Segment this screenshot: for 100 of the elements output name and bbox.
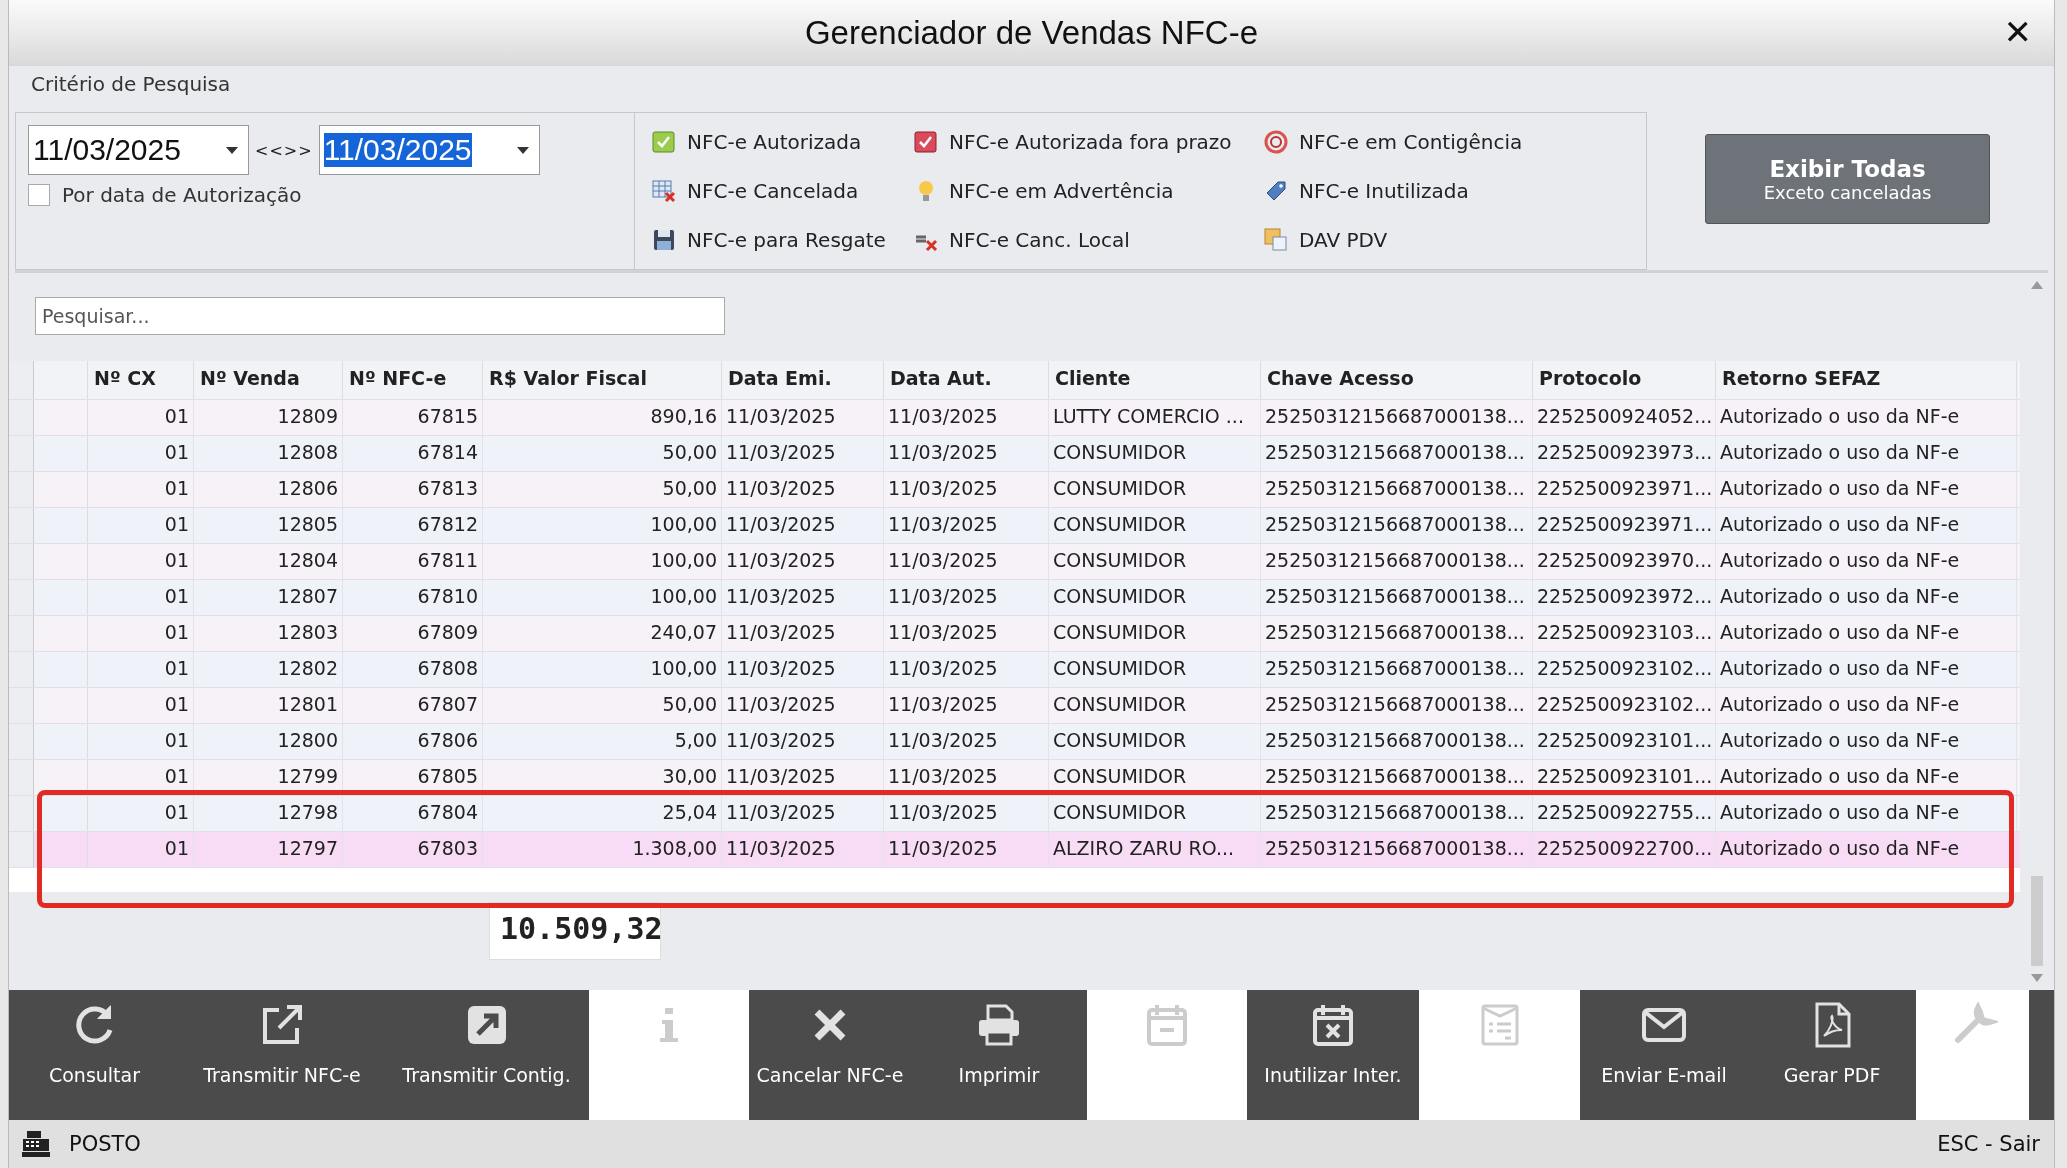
register-cell: 01 — [88, 616, 194, 651]
scroll-up-icon[interactable] — [2031, 281, 2043, 289]
scroll-thumb[interactable] — [2031, 876, 2043, 966]
row-header-cell[interactable] — [9, 652, 34, 687]
status-cell: Autorizado o uso da NF-e — [1716, 760, 2017, 795]
search-field[interactable]: Pesquisar... — [35, 297, 725, 335]
sale-number-cell: 12797 — [194, 832, 343, 867]
protocol-cell: 2252500923103... — [1533, 616, 1716, 651]
column-header[interactable]: Chave Acesso — [1261, 361, 1533, 399]
table-row[interactable]: 01 12797 67803 1.308,00 11/03/2025 11/03/2025 ALZIRO ZARU RO... 25250312156687000138... 2252500922700... Autorizado o uso da NF-e — [9, 832, 2020, 868]
invoice-number-cell: 67807 — [343, 688, 483, 723]
auth-date-cell: 11/03/2025 — [884, 544, 1049, 579]
status-cell: Autorizado o uso da NF-e — [1716, 544, 2017, 579]
table-row[interactable]: 01 12803 67809 240,07 11/03/2025 11/03/2025 CONSUMIDOR 25250312156687000138... 2252500923103... Autorizado o uso da NF-e — [9, 616, 2020, 652]
auth-date-cell: 11/03/2025 — [884, 724, 1049, 759]
amount-cell: 100,00 — [483, 652, 722, 687]
table-row[interactable]: 01 12804 67811 100,00 11/03/2025 11/03/2025 CONSUMIDOR 25250312156687000138... 2252500923970... Autorizado o uso da NF-e — [9, 544, 2020, 580]
auth-date-cell: 11/03/2025 — [884, 436, 1049, 471]
customer-cell: CONSUMIDOR — [1049, 580, 1261, 615]
customer-cell: CONSUMIDOR — [1049, 616, 1261, 651]
row-header-cell[interactable] — [9, 544, 34, 579]
table-row[interactable]: 01 12805 67812 100,00 11/03/2025 11/03/2025 CONSUMIDOR 25250312156687000138... 2252500923971... Autorizado o uso da NF-e — [9, 508, 2020, 544]
access-key-cell: 25250312156687000138... — [1261, 472, 1533, 507]
show-all-button[interactable]: Exibir Todas Exceto canceladas — [1705, 134, 1990, 224]
table-row[interactable]: 01 12806 67813 50,00 11/03/2025 11/03/2025 CONSUMIDOR 25250312156687000138... 2252500923971... Autorizado o uso da NF-e — [9, 472, 2020, 508]
checkbox-label: Por data de Autorização — [62, 183, 302, 207]
issue-date-cell: 11/03/2025 — [722, 544, 884, 579]
auth-date-cell: 11/03/2025 — [884, 688, 1049, 723]
check-square-icon — [651, 128, 677, 155]
row-header-cell[interactable] — [9, 688, 34, 723]
column-header[interactable]: Protocolo — [1533, 361, 1716, 399]
access-key-cell: 25250312156687000138... — [1261, 832, 1533, 867]
status-cell: Autorizado o uso da NF-e — [1716, 724, 2017, 759]
table-row[interactable]: 01 12800 67806 5,00 11/03/2025 11/03/2025 CONSUMIDOR 25250312156687000138... 2252500923101... Autorizado o uso da NF-e — [9, 724, 2020, 760]
register-cell: 01 — [88, 832, 194, 867]
table-row[interactable]: 01 12802 67808 100,00 11/03/2025 11/03/2025 CONSUMIDOR 25250312156687000138... 2252500923102... Autorizado o uso da NF-e — [9, 652, 2020, 688]
checkbox[interactable] — [28, 184, 50, 206]
amount-cell: 5,00 — [483, 724, 722, 759]
column-header[interactable]: R$ Valor Fiscal — [483, 361, 722, 399]
invoice-number-cell: 67810 — [343, 580, 483, 615]
row-header-cell[interactable] — [9, 580, 34, 615]
legend-label: NFC-e para Resgate — [687, 228, 886, 253]
date-to-field[interactable]: 11/03/2025 — [318, 125, 540, 175]
issue-date-cell: 11/03/2025 — [722, 616, 884, 651]
access-key-cell: 25250312156687000138... — [1261, 760, 1533, 795]
access-key-cell: 25250312156687000138... — [1261, 508, 1533, 543]
sale-number-cell: 12801 — [194, 688, 343, 723]
auth-date-cell: 11/03/2025 — [884, 796, 1049, 831]
check-square-icon — [913, 128, 939, 155]
table-row[interactable]: 01 12798 67804 25,04 11/03/2025 11/03/2025 CONSUMIDOR 25250312156687000138... 2252500922755... Autorizado o uso da NF-e — [9, 796, 2020, 832]
row-header-cell[interactable] — [9, 400, 34, 435]
customer-cell: CONSUMIDOR — [1049, 652, 1261, 687]
row-header-cell[interactable] — [9, 508, 34, 543]
access-key-cell: 25250312156687000138... — [1261, 544, 1533, 579]
row-header-cell[interactable] — [9, 616, 34, 651]
column-header[interactable]: Data Aut. — [884, 361, 1049, 399]
row-header-cell[interactable] — [9, 436, 34, 471]
auth-date-cell: 11/03/2025 — [884, 652, 1049, 687]
column-header[interactable]: Data Emi. — [722, 361, 884, 399]
row-header-cell[interactable] — [9, 724, 34, 759]
row-header-cell[interactable] — [9, 760, 34, 795]
table-row[interactable]: 01 12801 67807 50,00 11/03/2025 11/03/2025 CONSUMIDOR 25250312156687000138... 2252500923102... Autorizado o uso da NF-e — [9, 688, 2020, 724]
register-cell: 01 — [88, 724, 194, 759]
sale-number-cell: 12806 — [194, 472, 343, 507]
sale-number-cell: 12805 — [194, 508, 343, 543]
date-from-field[interactable]: 11/03/2025 — [28, 125, 249, 175]
row-header-cell[interactable] — [9, 796, 34, 831]
access-key-cell: 25250312156687000138... — [1261, 688, 1533, 723]
table-row[interactable]: 01 12808 67814 50,00 11/03/2025 11/03/2025 CONSUMIDOR 25250312156687000138... 2252500923973... Autorizado o uso da NF-e — [9, 436, 2020, 472]
customer-cell: CONSUMIDOR — [1049, 508, 1261, 543]
invoice-number-cell: 67809 — [343, 616, 483, 651]
column-header[interactable]: Nº CX — [88, 361, 194, 399]
column-header[interactable]: Cliente — [1049, 361, 1261, 399]
register-cell: 01 — [88, 760, 194, 795]
table-row[interactable]: 01 12809 67815 890,16 11/03/2025 11/03/2025 LUTTY COMERCIO ... 25250312156687000138... 2252500924052... Autorizado o uso da NF-e — [9, 400, 2020, 436]
auth-date-cell: 11/03/2025 — [884, 580, 1049, 615]
row-header-cell[interactable] — [9, 832, 34, 867]
invoice-number-cell: 67811 — [343, 544, 483, 579]
close-button[interactable]: ✕ — [1999, 12, 2036, 52]
invoice-number-cell: 67806 — [343, 724, 483, 759]
sale-number-cell: 12802 — [194, 652, 343, 687]
register-cell: 01 — [88, 400, 194, 435]
protocol-cell: 2252500923973... — [1533, 436, 1716, 471]
status-cell: Autorizado o uso da NF-e — [1716, 616, 2017, 651]
issue-date-cell: 11/03/2025 — [722, 508, 884, 543]
amount-cell: 1.308,00 — [483, 832, 722, 867]
access-key-cell: 25250312156687000138... — [1261, 796, 1533, 831]
section-header: Critério de Pesquisa — [30, 71, 232, 98]
scroll-down-icon[interactable] — [2031, 974, 2043, 982]
table-row[interactable]: 01 12807 67810 100,00 11/03/2025 11/03/2025 CONSUMIDOR 25250312156687000138... 2252500923972... Autorizado o uso da NF-e — [9, 580, 2020, 616]
sale-number-cell: 12800 — [194, 724, 343, 759]
column-header[interactable]: Nº Venda — [194, 361, 343, 399]
row-header-cell[interactable] — [9, 472, 34, 507]
amount-cell: 240,07 — [483, 616, 722, 651]
access-key-cell: 25250312156687000138... — [1261, 436, 1533, 471]
legend-label: NFC-e Autorizada fora prazo — [949, 129, 1232, 154]
column-header[interactable]: Nº NFC-e — [343, 361, 483, 399]
issue-date-cell: 11/03/2025 — [722, 652, 884, 687]
status-cell: Autorizado o uso da NF-e — [1716, 580, 2017, 615]
column-header[interactable]: Retorno SEFAZ — [1716, 361, 2017, 399]
